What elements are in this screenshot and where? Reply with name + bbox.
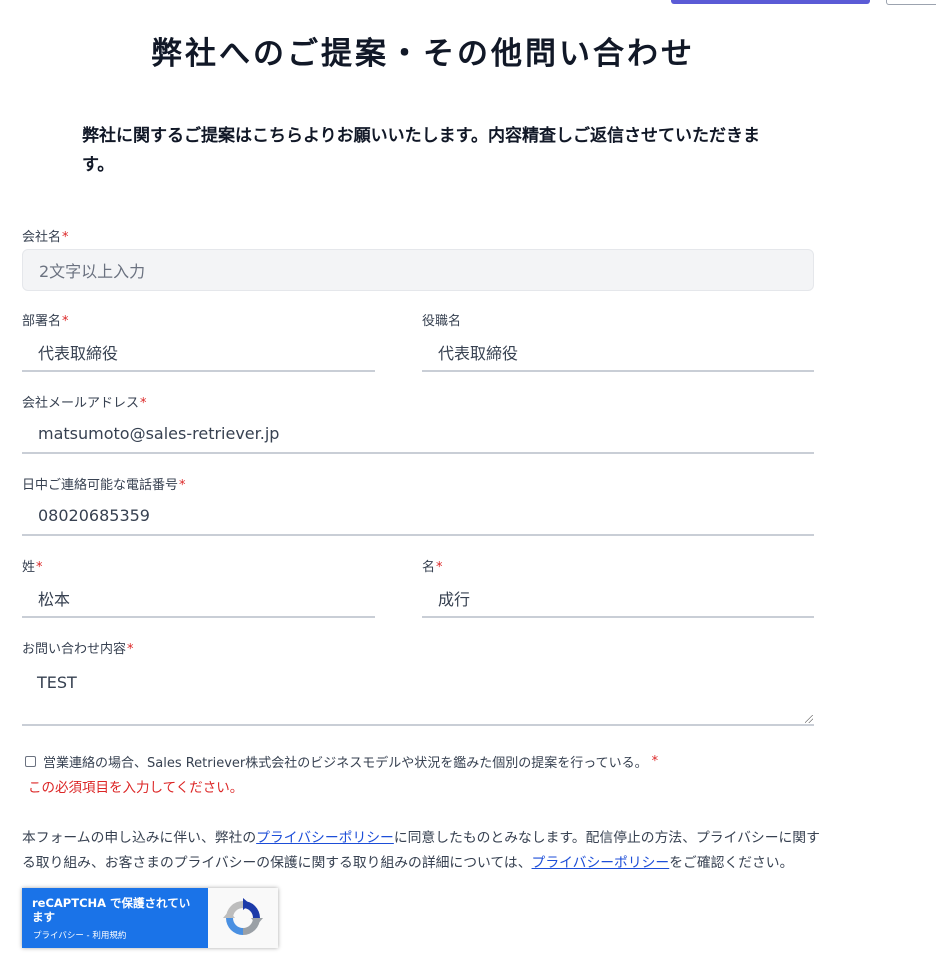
consent-row: 営業連絡の場合、Sales Retriever株式会社のビジネスモデルや状況を鑑… bbox=[25, 752, 658, 771]
last-name-value: 松本 bbox=[38, 589, 71, 609]
phone-value: 08020685359 bbox=[38, 506, 150, 525]
position-input[interactable]: 代表取締役 bbox=[422, 333, 814, 372]
message-value: TEST bbox=[37, 673, 77, 692]
email-label-text: 会社メールアドレス bbox=[22, 396, 140, 411]
last-name-label: 姓* bbox=[22, 556, 43, 575]
first-name-label-text: 名 bbox=[422, 560, 436, 575]
top-secondary-button[interactable] bbox=[886, 0, 936, 5]
first-name-value: 成行 bbox=[438, 589, 471, 609]
company-label-text: 会社名 bbox=[22, 230, 62, 245]
recaptcha-logo-icon bbox=[223, 898, 263, 935]
last-name-input[interactable]: 松本 bbox=[22, 579, 375, 618]
phone-label-text: 日中ご連絡可能な電話番号 bbox=[22, 478, 179, 493]
recaptcha-privacy-link[interactable]: プライバシー bbox=[33, 931, 84, 941]
phone-input[interactable]: 08020685359 bbox=[22, 497, 814, 536]
company-placeholder: 2文字以上入力 bbox=[39, 262, 146, 281]
department-input[interactable]: 代表取締役 bbox=[22, 333, 375, 372]
phone-label: 日中ご連絡可能な電話番号* bbox=[22, 474, 186, 493]
position-label-text: 役職名 bbox=[422, 314, 462, 329]
page-title: 弊社へのご提案・その他問い合わせ bbox=[151, 36, 695, 72]
privacy-policy-link-2[interactable]: プライバシーポリシー bbox=[532, 855, 670, 871]
position-label: 役職名 bbox=[422, 310, 461, 329]
department-value: 代表取締役 bbox=[38, 343, 119, 363]
required-mark: * bbox=[62, 230, 69, 245]
top-primary-button[interactable] bbox=[671, 0, 870, 4]
message-textarea[interactable]: TEST bbox=[22, 661, 814, 726]
required-mark: * bbox=[140, 396, 147, 411]
policy-text-3: をご確認ください。 bbox=[669, 855, 794, 871]
recaptcha-logo-panel bbox=[208, 888, 278, 948]
intro-text: 弊社に関するご提案はこちらよりお願いいたします。内容精査しご返信させていただきま… bbox=[82, 126, 760, 175]
required-mark: * bbox=[62, 314, 69, 329]
privacy-policy-link-1[interactable]: プライバシーポリシー bbox=[256, 830, 394, 846]
email-label: 会社メールアドレス* bbox=[22, 392, 147, 411]
company-input[interactable]: 2文字以上入力 bbox=[22, 249, 814, 291]
consent-label: 営業連絡の場合、Sales Retriever株式会社のビジネスモデルや状況を鑑… bbox=[43, 756, 648, 771]
consent-checkbox[interactable] bbox=[25, 756, 36, 767]
recaptcha-links: プライバシー - 利用規約 bbox=[33, 929, 126, 941]
first-name-label: 名* bbox=[422, 556, 443, 575]
recaptcha-badge[interactable]: reCAPTCHA で保護されています プライバシー - 利用規約 bbox=[22, 888, 278, 948]
resize-handle-icon[interactable] bbox=[805, 715, 813, 723]
message-label: お問い合わせ内容* bbox=[22, 638, 134, 657]
recaptcha-terms-link[interactable]: 利用規約 bbox=[92, 931, 126, 941]
recaptcha-text-panel: reCAPTCHA で保護されています プライバシー - 利用規約 bbox=[22, 888, 208, 948]
department-label-text: 部署名 bbox=[22, 314, 62, 329]
privacy-notice: 本フォームの申し込みに伴い、弊社のプライバシーポリシーに同意したものとみなします… bbox=[22, 826, 822, 876]
department-label: 部署名* bbox=[22, 310, 69, 329]
email-input[interactable]: matsumoto@sales-retriever.jp bbox=[22, 415, 814, 454]
policy-text-1: 本フォームの申し込みに伴い、弊社の bbox=[22, 830, 257, 846]
consent-error: この必須項目を入力してください。 bbox=[28, 780, 244, 796]
position-value: 代表取締役 bbox=[438, 343, 519, 363]
message-label-text: お問い合わせ内容 bbox=[22, 642, 127, 657]
required-mark: * bbox=[127, 642, 134, 657]
company-label: 会社名* bbox=[22, 226, 69, 245]
email-value: matsumoto@sales-retriever.jp bbox=[38, 424, 280, 443]
first-name-input[interactable]: 成行 bbox=[422, 579, 814, 618]
required-mark: * bbox=[179, 478, 186, 493]
last-name-label-text: 姓 bbox=[22, 560, 36, 575]
required-mark: * bbox=[36, 560, 43, 575]
required-mark: * bbox=[651, 754, 659, 769]
required-mark: * bbox=[436, 560, 443, 575]
recaptcha-main-text: reCAPTCHA で保護されています bbox=[32, 896, 191, 924]
